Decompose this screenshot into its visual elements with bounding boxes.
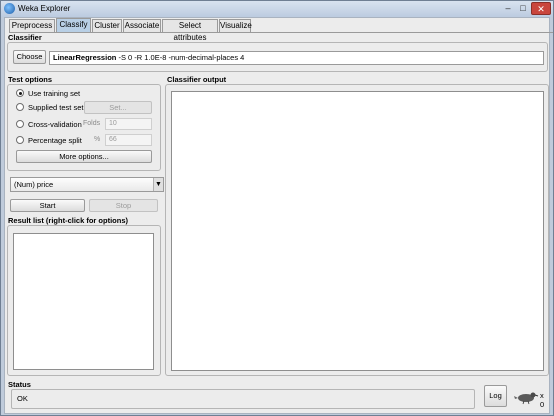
percentage-split-radio[interactable] (16, 136, 24, 144)
stop-button[interactable]: Stop (89, 199, 158, 212)
maximize-icon[interactable]: □ (516, 2, 530, 15)
use-training-set-label: Use training set (28, 89, 81, 98)
tab-select-attributes[interactable]: Select attributes (162, 19, 218, 42)
tab-bar: Preprocess Classify Cluster Associate Se… (9, 18, 553, 42)
chevron-down-icon[interactable]: ▼ (153, 178, 163, 191)
supplied-test-set-radio[interactable] (16, 103, 24, 111)
tab-associate[interactable]: Associate (123, 19, 161, 32)
weka-app-icon (4, 3, 15, 14)
test-options-title: Test options (8, 75, 53, 84)
classifier-name: LinearRegression (53, 53, 117, 62)
tab-divider (9, 32, 553, 33)
weka-bird-icon (514, 392, 539, 405)
explorer-content: Preprocess Classify Cluster Associate Se… (4, 17, 553, 414)
more-options-button[interactable]: More options... (16, 150, 152, 163)
title-bar: Weka Explorer – □ ✕ (1, 1, 553, 17)
classifier-section-title: Classifier (8, 33, 42, 42)
set-test-set-button[interactable]: Set... (84, 101, 152, 114)
tab-cluster[interactable]: Cluster (92, 19, 122, 32)
classifier-options: -S 0 -R 1.0E-8 -num-decimal-places 4 (116, 53, 245, 62)
classifier-output-text[interactable] (171, 91, 544, 371)
cross-validation-label: Cross-validation (28, 120, 82, 129)
percent-label: % (94, 136, 101, 143)
close-icon[interactable]: ✕ (531, 2, 551, 15)
window-title: Weka Explorer (18, 4, 71, 13)
minimize-icon[interactable]: – (501, 2, 515, 15)
use-training-set-radio[interactable] (16, 89, 24, 97)
class-attribute-select[interactable]: (Num) price ▼ (10, 177, 164, 192)
status-title: Status (8, 380, 31, 389)
folds-label: Folds (83, 120, 101, 127)
task-count: x 0 (540, 391, 545, 409)
result-list-title: Result list (right-click for options) (8, 216, 129, 225)
classifier-output-title: Classifier output (167, 75, 227, 84)
supplied-test-set-label: Supplied test set (28, 103, 84, 112)
tab-visualize[interactable]: Visualize (219, 19, 252, 32)
weka-explorer-window: Weka Explorer – □ ✕ Preprocess Classify … (0, 0, 554, 416)
start-button[interactable]: Start (10, 199, 85, 212)
choose-button[interactable]: Choose (13, 50, 46, 64)
status-text: OK (11, 389, 475, 409)
classifier-config-field[interactable]: LinearRegression -S 0 -R 1.0E-8 -num-dec… (49, 51, 544, 65)
log-button[interactable]: Log (484, 385, 507, 407)
percentage-input[interactable]: 66 (105, 134, 152, 146)
folds-input[interactable]: 10 (105, 118, 152, 130)
percentage-split-label: Percentage split (28, 136, 82, 145)
result-list[interactable] (13, 233, 154, 370)
class-attribute-value: (Num) price (14, 180, 54, 189)
cross-validation-radio[interactable] (16, 120, 24, 128)
tab-preprocess[interactable]: Preprocess (9, 19, 55, 32)
tab-classify[interactable]: Classify (56, 18, 91, 33)
